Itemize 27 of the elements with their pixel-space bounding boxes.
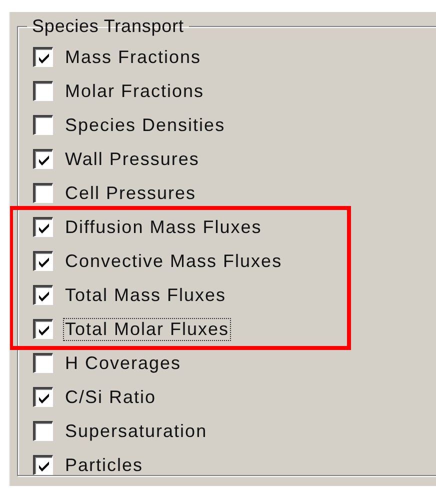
checkbox[interactable]	[33, 217, 53, 237]
checkbox[interactable]	[33, 81, 53, 101]
checkbox[interactable]	[33, 353, 53, 373]
checkbox-label[interactable]: Total Molar Fluxes	[63, 318, 232, 340]
checkbox[interactable]	[33, 251, 53, 271]
checkbox-label[interactable]: Particles	[63, 454, 146, 476]
checkbox-label[interactable]: Species Densities	[63, 114, 228, 136]
checkbox-label[interactable]: C/Si Ratio	[63, 386, 158, 408]
checkbox-label[interactable]: Cell Pressures	[63, 182, 198, 204]
checkbox-label[interactable]: Convective Mass Fluxes	[63, 250, 284, 272]
checkbox-label[interactable]: Wall Pressures	[63, 148, 202, 170]
checkbox[interactable]	[33, 115, 53, 135]
checkbox-label[interactable]: Diffusion Mass Fluxes	[63, 216, 264, 238]
checkbox-label[interactable]: H Coverages	[63, 352, 184, 374]
checkbox[interactable]	[33, 319, 53, 339]
checkbox[interactable]	[33, 149, 53, 169]
checkbox[interactable]	[33, 387, 53, 407]
checkbox[interactable]	[33, 183, 53, 203]
checkbox[interactable]	[33, 421, 53, 441]
group-title: Species Transport	[31, 16, 185, 37]
checkbox-label[interactable]: Supersaturation	[63, 420, 210, 442]
checkbox[interactable]	[33, 285, 53, 305]
checkbox-label[interactable]: Total Mass Fluxes	[63, 284, 228, 306]
checkbox-label[interactable]: Mass Fractions	[63, 46, 204, 68]
checkbox[interactable]	[33, 455, 53, 475]
checkbox[interactable]	[33, 47, 53, 67]
checkbox-label[interactable]: Molar Fractions	[63, 80, 206, 102]
